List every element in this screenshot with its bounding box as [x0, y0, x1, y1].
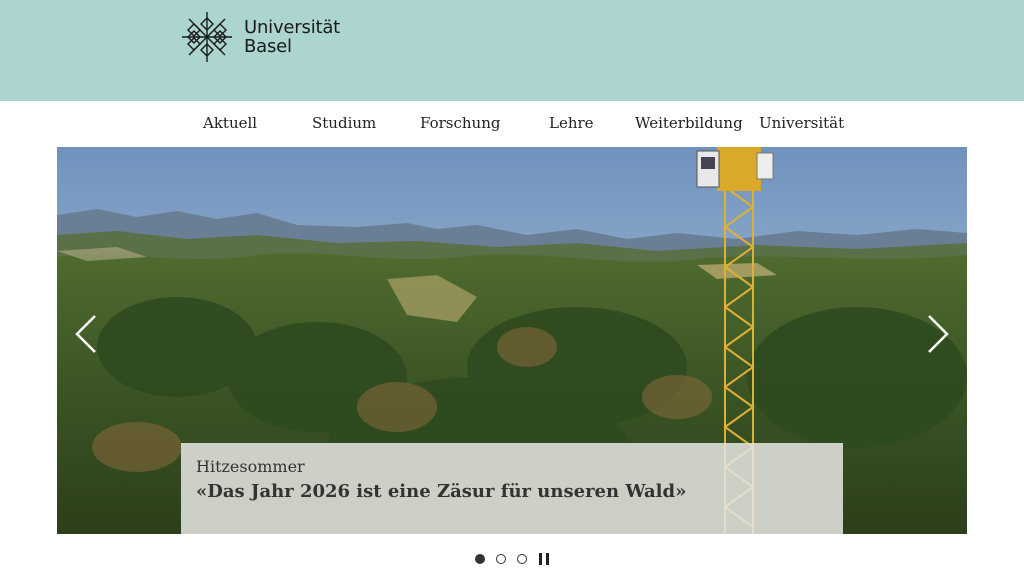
- carousel-dot-2[interactable]: [496, 554, 506, 564]
- carousel-dot-1[interactable]: [475, 554, 485, 564]
- slide-kicker: Hitzesommer: [196, 457, 305, 476]
- logo-link[interactable]: Universität Basel: [180, 10, 340, 64]
- pause-icon: [539, 553, 542, 565]
- main-navigation: [0, 101, 1024, 147]
- carousel-pause-button[interactable]: [539, 553, 549, 565]
- slide-caption-link[interactable]: Hitzesommer «Das Jahr 2026 ist eine Zäsu…: [181, 443, 843, 534]
- chevron-right-icon: [928, 315, 949, 353]
- nav-item-universitaet[interactable]: Universität: [759, 114, 844, 132]
- nav-item-weiterbildung[interactable]: Weiterbildung: [635, 114, 743, 132]
- slide-title: «Das Jahr 2026 ist eine Zäsur für unsere…: [196, 481, 687, 502]
- carousel-next-button[interactable]: [917, 312, 957, 356]
- nav-item-lehre[interactable]: Lehre: [549, 114, 594, 132]
- nav-item-studium[interactable]: Studium: [312, 114, 376, 132]
- chevron-left-icon: [75, 315, 96, 353]
- logo-line-1: Universität: [244, 17, 341, 38]
- nav-item-forschung[interactable]: Forschung: [420, 114, 500, 132]
- nav-item-aktuell[interactable]: Aktuell: [203, 114, 257, 132]
- hero-carousel: Hitzesommer «Das Jahr 2026 ist eine Zäsu…: [57, 147, 967, 534]
- site-header: Universität Basel: [0, 0, 1024, 101]
- carousel-prev-button[interactable]: [67, 312, 107, 356]
- unibas-star-logo-icon: [182, 12, 232, 62]
- logo-line-2: Basel: [244, 36, 292, 57]
- pause-icon-bar: [546, 553, 549, 565]
- logo-wordmark: Universität Basel: [244, 18, 340, 56]
- carousel-dot-3[interactable]: [517, 554, 527, 564]
- carousel-controls: [475, 552, 549, 566]
